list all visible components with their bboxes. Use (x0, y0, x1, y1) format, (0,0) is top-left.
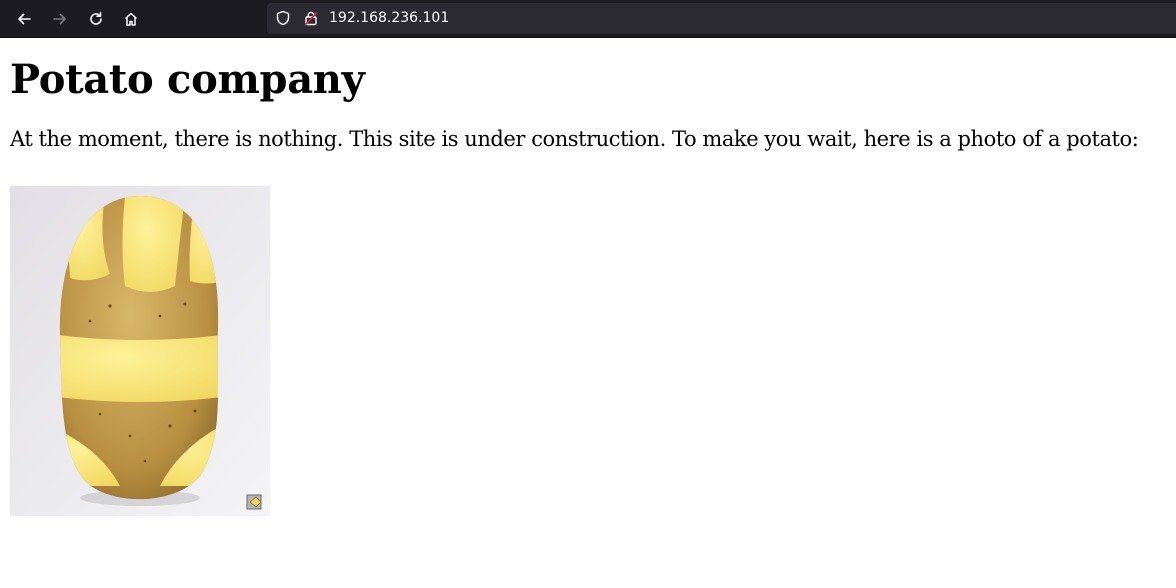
arrow-left-icon (18, 13, 31, 25)
back-button[interactable] (12, 7, 36, 31)
page-title: Potato company (10, 56, 365, 103)
broken-image-badge-icon (246, 494, 262, 510)
reload-button[interactable] (84, 7, 108, 31)
home-button[interactable] (119, 7, 143, 31)
lock-warning-icon[interactable] (303, 10, 319, 26)
shield-icon[interactable] (275, 10, 291, 26)
page-content: Potato company At the moment, there is n… (10, 38, 1166, 516)
potato-image (10, 186, 270, 516)
potato-photo (10, 186, 270, 516)
home-icon (124, 12, 138, 26)
browser-toolbar: 192.168.236.101 (0, 0, 1176, 38)
url-text[interactable]: 192.168.236.101 (329, 10, 449, 27)
arrow-right-icon (53, 13, 66, 25)
forward-button[interactable] (48, 7, 72, 31)
reload-icon (90, 12, 102, 25)
page-message: At the moment, there is nothing. This si… (10, 127, 1139, 151)
address-bar[interactable]: 192.168.236.101 (267, 3, 1176, 34)
